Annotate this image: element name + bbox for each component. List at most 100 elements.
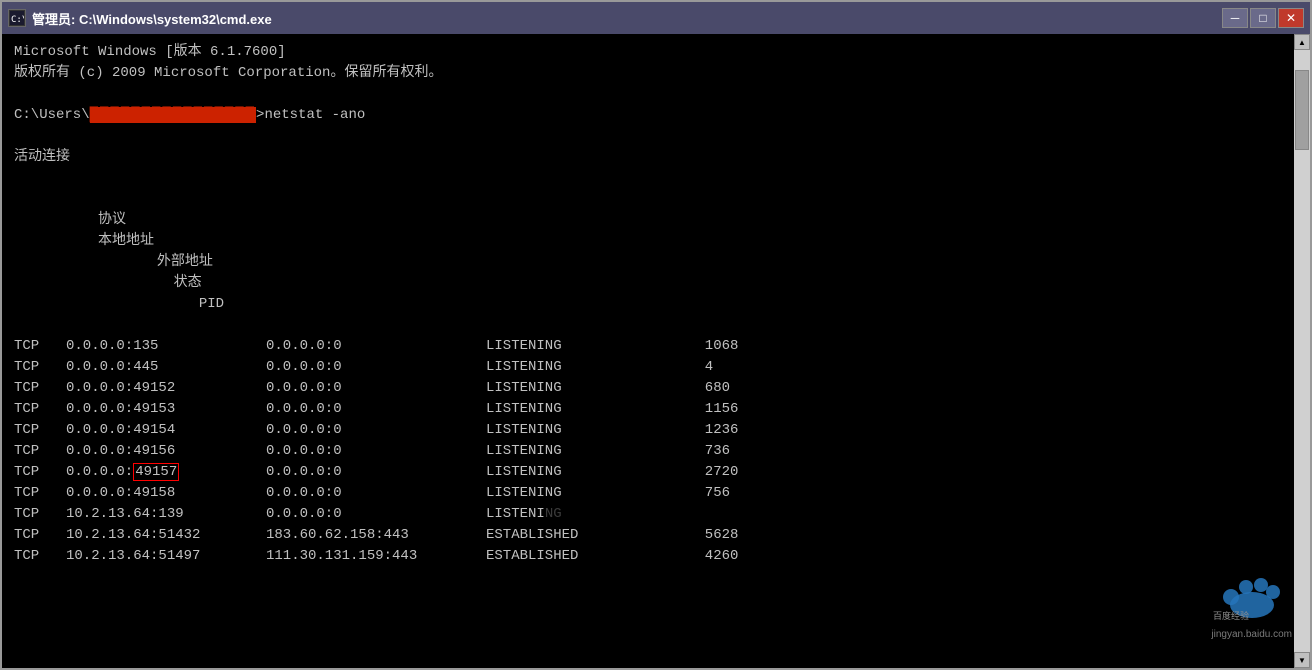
cell-local: 10.2.13.64:51432 xyxy=(66,525,266,546)
cell-local: 10.2.13.64:51497 xyxy=(66,546,266,567)
cell-state: LISTENING xyxy=(486,399,646,420)
cell-state: LISTENING xyxy=(486,378,646,399)
cell-proto: TCP xyxy=(14,399,66,420)
cell-state: LISTENING xyxy=(486,483,646,504)
cell-pid: 1156 xyxy=(646,399,738,420)
cell-foreign: 0.0.0.0:0 xyxy=(266,399,486,420)
table-row: TCP 0.0.0.0:491540.0.0.0:0 LISTENING 123… xyxy=(14,420,1282,441)
connection-table: TCP 0.0.0.0:1350.0.0.0:0 LISTENING 1068T… xyxy=(14,336,1282,567)
command-text: >netstat -ano xyxy=(256,107,365,123)
prompt-prefix: C:\Users\ xyxy=(14,107,90,123)
scroll-down-button[interactable]: ▼ xyxy=(1294,652,1310,668)
cell-local: 0.0.0.0:49156 xyxy=(66,441,266,462)
cell-foreign: 111.30.131.159:443 xyxy=(266,546,486,567)
cell-pid: 1068 xyxy=(646,336,738,357)
cell-pid: 4 xyxy=(646,357,713,378)
cell-pid: 2720 xyxy=(646,462,738,483)
cell-local: 0.0.0.0:49157 xyxy=(66,462,266,483)
cell-foreign: 0.0.0.0:0 xyxy=(266,378,486,399)
cell-proto: TCP xyxy=(14,546,66,567)
highlighted-port: 49157 xyxy=(133,463,179,481)
cell-pid: 680 xyxy=(646,378,730,399)
cell-foreign: 0.0.0.0:0 xyxy=(266,420,486,441)
line-empty-1 xyxy=(14,84,1282,105)
cell-proto: TCP xyxy=(14,336,66,357)
header-state: 状态 xyxy=(81,273,241,294)
cell-foreign: 0.0.0.0:0 xyxy=(266,504,486,525)
vertical-scrollbar[interactable]: ▲ ▼ xyxy=(1294,34,1310,668)
svg-text:C:\: C:\ xyxy=(11,15,24,25)
cell-foreign: 0.0.0.0:0 xyxy=(266,357,486,378)
close-button[interactable]: ✕ xyxy=(1278,8,1304,28)
cell-foreign: 0.0.0.0:0 xyxy=(266,336,486,357)
cell-state: LISTENING xyxy=(486,336,646,357)
window-controls: ─ □ ✕ xyxy=(1222,8,1304,28)
cell-local: 0.0.0.0:135 xyxy=(66,336,266,357)
cell-pid: 4260 xyxy=(646,546,738,567)
scroll-track[interactable] xyxy=(1294,50,1310,652)
cmd-icon: C:\ xyxy=(8,9,26,27)
baidu-logo-svg: 百度经验 xyxy=(1211,567,1291,622)
cell-proto: TCP xyxy=(14,357,66,378)
table-row: TCP 0.0.0.0:491560.0.0.0:0 LISTENING 736 xyxy=(14,441,1282,462)
redacted-username: ████████████████ xyxy=(90,107,256,123)
cmd-window: C:\ 管理员: C:\Windows\system32\cmd.exe ─ □… xyxy=(0,0,1312,670)
cell-foreign: 0.0.0.0:0 xyxy=(266,483,486,504)
cell-proto: TCP xyxy=(14,378,66,399)
cell-local: 0.0.0.0:445 xyxy=(66,357,266,378)
title-bar: C:\ 管理员: C:\Windows\system32\cmd.exe ─ □… xyxy=(2,2,1310,34)
table-row: TCP 0.0.0.0:4450.0.0.0:0 LISTENING 4 xyxy=(14,357,1282,378)
terminal-output[interactable]: Microsoft Windows [版本 6.1.7600] 版权所有 (c)… xyxy=(2,34,1294,668)
header-proto: 协议 xyxy=(81,210,133,231)
cell-foreign: 183.60.62.158:443 xyxy=(266,525,486,546)
cell-state: ESTABLISHED xyxy=(486,525,646,546)
cell-local: 10.2.13.64:139 xyxy=(66,504,266,525)
cell-state: LISTENING xyxy=(486,420,646,441)
header-pid: PID xyxy=(81,294,224,315)
cell-proto: TCP xyxy=(14,483,66,504)
cell-proto: TCP xyxy=(14,462,66,483)
cell-pid: 1236 xyxy=(646,420,738,441)
scroll-thumb[interactable] xyxy=(1295,70,1309,150)
scroll-up-button[interactable]: ▲ xyxy=(1294,34,1310,50)
table-row: TCP 0.0.0.0:491580.0.0.0:0 LISTENING 756 xyxy=(14,483,1282,504)
cell-proto: TCP xyxy=(14,504,66,525)
cell-local: 0.0.0.0:49158 xyxy=(66,483,266,504)
content-area: Microsoft Windows [版本 6.1.7600] 版权所有 (c)… xyxy=(2,34,1310,668)
line-empty-3 xyxy=(14,168,1282,189)
line-active: 活动连接 xyxy=(14,147,1282,168)
cell-pid: 756 xyxy=(646,483,730,504)
maximize-button[interactable]: □ xyxy=(1250,8,1276,28)
line-command: C:\Users\████████████████>netstat -ano xyxy=(14,105,1282,126)
window-title: 管理员: C:\Windows\system32\cmd.exe xyxy=(32,9,272,28)
obscured-state: NG xyxy=(545,506,562,522)
line-empty-2 xyxy=(14,126,1282,147)
cell-local: 0.0.0.0:49153 xyxy=(66,399,266,420)
header-local: 本地地址 xyxy=(81,231,281,252)
cell-state: LISTENING xyxy=(486,462,646,483)
title-bar-left: C:\ 管理员: C:\Windows\system32\cmd.exe xyxy=(8,9,272,28)
table-row: TCP 0.0.0.0:1350.0.0.0:0 LISTENING 1068 xyxy=(14,336,1282,357)
cell-state: LISTENING xyxy=(486,441,646,462)
header-foreign: 外部地址 xyxy=(81,252,301,273)
table-row: TCP 0.0.0.0:491570.0.0.0:0 LISTENING 272… xyxy=(14,462,1282,483)
cell-local: 0.0.0.0:49154 xyxy=(66,420,266,441)
cell-state: ESTABLISHED xyxy=(486,546,646,567)
cell-proto: TCP xyxy=(14,525,66,546)
baidu-url: jingyan.baidu.com xyxy=(1211,629,1292,640)
table-row: TCP 10.2.13.64:1390.0.0.0:0 LISTENING xyxy=(14,504,1282,525)
cell-state: LISTENING xyxy=(486,357,646,378)
table-header: 协议 本地地址 外部地址 状态 PID xyxy=(14,189,1282,336)
minimize-button[interactable]: ─ xyxy=(1222,8,1248,28)
line-version: Microsoft Windows [版本 6.1.7600] xyxy=(14,42,1282,63)
svg-text:百度经验: 百度经验 xyxy=(1213,610,1249,621)
table-row: TCP 0.0.0.0:491530.0.0.0:0 LISTENING 115… xyxy=(14,399,1282,420)
line-copyright: 版权所有 (c) 2009 Microsoft Corporation。保留所有… xyxy=(14,63,1282,84)
cell-pid: 5628 xyxy=(646,525,738,546)
cell-proto: TCP xyxy=(14,441,66,462)
table-row: TCP 10.2.13.64:51432183.60.62.158:443 ES… xyxy=(14,525,1282,546)
cell-local: 0.0.0.0:49152 xyxy=(66,378,266,399)
cell-proto: TCP xyxy=(14,420,66,441)
cell-pid: 736 xyxy=(646,441,730,462)
table-row: TCP 0.0.0.0:491520.0.0.0:0 LISTENING 680 xyxy=(14,378,1282,399)
